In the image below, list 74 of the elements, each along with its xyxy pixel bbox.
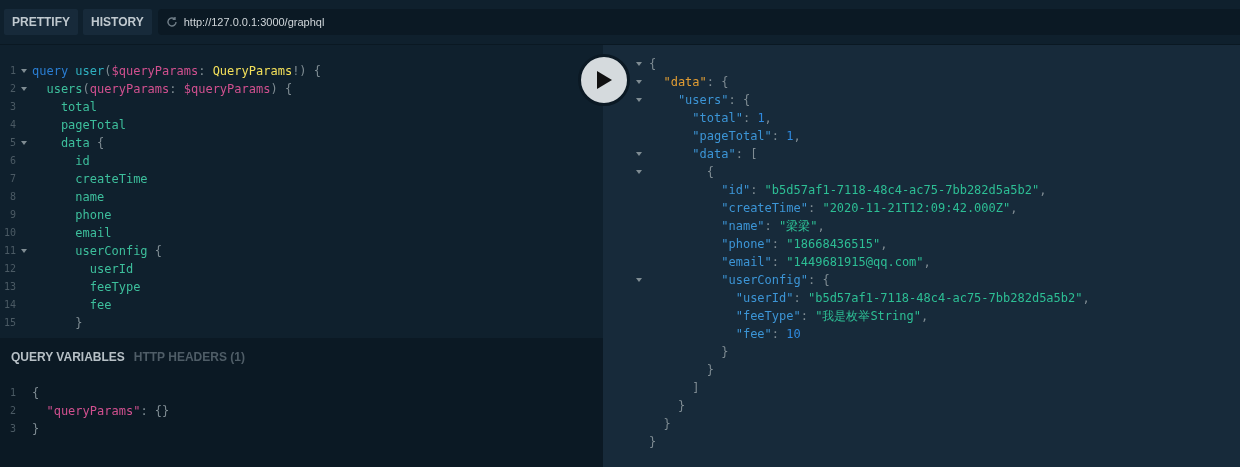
line-number: 14	[2, 298, 16, 312]
code-line: "phone": "18668436515",	[720, 236, 888, 253]
code-line: data {	[59, 135, 105, 152]
code-line: users(queryParams: $queryParams) {	[45, 81, 293, 98]
line-number: 8	[8, 190, 16, 204]
code-line: ]	[691, 380, 700, 397]
fold-caret-icon[interactable]	[636, 152, 642, 156]
code-line: "email": "1449681915@qq.com",	[720, 254, 931, 271]
code-line: }	[662, 416, 671, 433]
code-line: }	[720, 344, 729, 361]
fold-caret-icon[interactable]	[636, 80, 642, 84]
code-line: "total": 1,	[691, 110, 772, 127]
line-number: 6	[8, 154, 16, 168]
code-line: "feeType": "我是枚举String",	[734, 308, 929, 325]
code-line: }	[32, 421, 40, 438]
code-line: {	[32, 385, 40, 402]
line-number: 1	[8, 64, 16, 78]
fold-caret-icon[interactable]	[21, 249, 27, 253]
code-line: email	[74, 225, 112, 242]
fold-caret-icon[interactable]	[21, 69, 27, 73]
line-number: 2	[8, 404, 16, 418]
code-line: }	[74, 315, 83, 332]
code-line: }	[649, 434, 657, 451]
line-number: 5	[8, 136, 16, 150]
panel-tab[interactable]: QUERY VARIABLES	[11, 350, 125, 364]
toolbar-button[interactable]: HISTORY	[83, 9, 152, 35]
code-line: userConfig {	[74, 243, 163, 260]
code-line: {	[649, 56, 657, 73]
code-line: "data": {	[662, 74, 729, 91]
fold-caret-icon[interactable]	[636, 170, 642, 174]
code-line: feeType	[88, 279, 141, 296]
code-line: }	[705, 362, 715, 379]
line-number: 7	[8, 172, 16, 186]
code-line: userId	[88, 261, 134, 278]
code-line: id	[74, 153, 90, 170]
code-line: phone	[74, 207, 112, 224]
code-line: "createTime": "2020-11-21T12:09:42.000Z",	[720, 200, 1018, 217]
play-icon	[594, 70, 613, 90]
code-line: "userConfig": {	[720, 272, 830, 289]
line-number: 11	[2, 244, 16, 258]
toolbar-button[interactable]: PRETTIFY	[4, 9, 78, 35]
line-number: 10	[2, 226, 16, 240]
code-line: "id": "b5d57af1-7118-48c4-ac75-7bb282d5a5b2",	[720, 182, 1047, 199]
line-number: 15	[2, 316, 16, 330]
fold-caret-icon[interactable]	[21, 87, 27, 91]
line-number: 13	[2, 280, 16, 294]
fold-caret-icon[interactable]	[21, 141, 27, 145]
code-line: fee	[88, 297, 112, 314]
code-line: "pageTotal": 1,	[691, 128, 801, 145]
code-line: "users": {	[676, 92, 751, 109]
code-line: "data": [	[691, 146, 758, 163]
line-number: 3	[8, 422, 16, 436]
code-line: total	[59, 99, 98, 116]
code-line: "queryParams": {}	[45, 403, 170, 420]
fold-caret-icon[interactable]	[636, 62, 642, 66]
line-number: 1	[8, 386, 16, 400]
code-line: }	[676, 398, 686, 415]
code-line: query user($queryParams: QueryParams!) {	[32, 63, 322, 80]
code-line: createTime	[74, 171, 148, 188]
endpoint-field[interactable]: http://127.0.0.1:3000/graphql	[157, 9, 1240, 35]
code-line: pageTotal	[59, 117, 126, 134]
fold-caret-icon[interactable]	[636, 98, 642, 102]
fold-caret-icon[interactable]	[636, 278, 642, 282]
line-number: 4	[8, 118, 16, 132]
line-number: 9	[8, 208, 16, 222]
code-line: "name": "梁梁",	[720, 218, 825, 235]
reload-icon[interactable]	[165, 16, 178, 28]
code-line: {	[705, 164, 715, 181]
code-line: name	[74, 189, 105, 206]
line-number: 12	[2, 262, 16, 276]
line-number: 3	[8, 100, 16, 114]
code-line: "userId": "b5d57af1-7118-48c4-ac75-7bb282d5a5b2",	[734, 290, 1090, 307]
line-number: 2	[8, 82, 16, 96]
code-line: "fee": 10	[734, 326, 801, 343]
